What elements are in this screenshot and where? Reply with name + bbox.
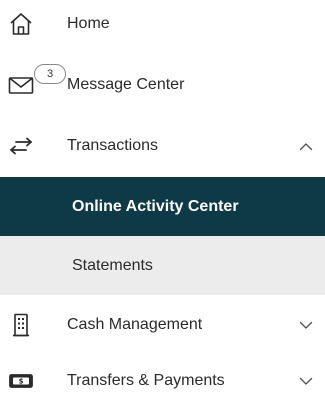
nav-label-transfers-payments: Transfers & Payments (67, 372, 225, 389)
subnav-item-online-activity-center[interactable]: Online Activity Center (0, 177, 325, 236)
home-icon (7, 12, 35, 36)
nav-item-cash-management[interactable]: Cash Management (0, 301, 325, 349)
chevron-up-icon (299, 141, 313, 151)
building-icon (7, 313, 35, 337)
dollar-bill-icon: $ (7, 369, 35, 393)
message-count-badge: 3 (34, 64, 66, 84)
nav-label-message-center: Message Center (67, 76, 185, 93)
nav-item-transactions[interactable]: Transactions (0, 122, 325, 170)
subnav-label-online-activity-center: Online Activity Center (72, 197, 239, 215)
swap-arrows-icon (7, 134, 35, 158)
chevron-down-icon (299, 320, 313, 330)
nav-item-home[interactable]: Home (0, 0, 325, 48)
envelope-icon (7, 73, 35, 97)
svg-text:$: $ (19, 378, 24, 386)
subnav-label-statements: Statements (72, 256, 153, 274)
nav-label-cash-management: Cash Management (67, 316, 203, 333)
nav-label-transactions: Transactions (67, 137, 158, 154)
subnav-item-statements[interactable]: Statements (0, 236, 325, 295)
chevron-down-icon (299, 376, 313, 386)
nav-label-home: Home (67, 15, 110, 32)
side-navigation: Home Message Center 3 Transactions Onlin… (0, 0, 325, 396)
nav-item-transfers-payments[interactable]: $ Transfers & Payments (0, 357, 325, 405)
